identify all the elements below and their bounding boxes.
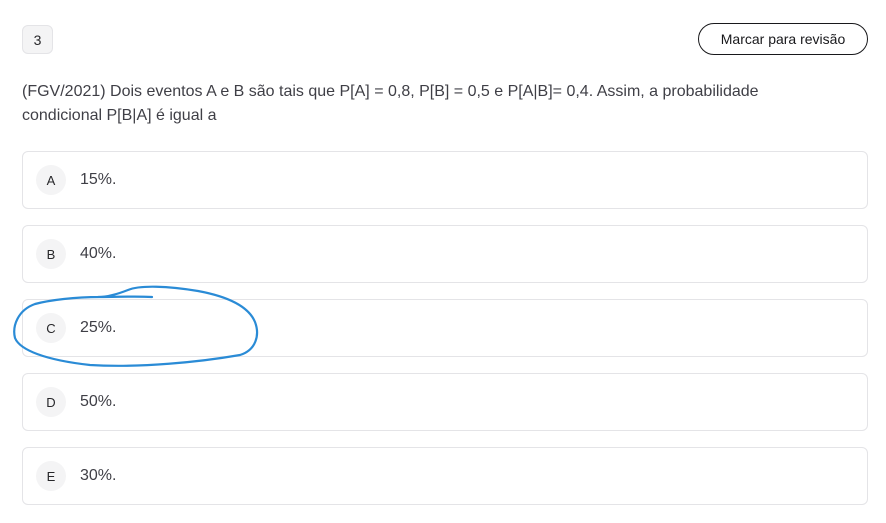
option-letter-badge: D <box>36 387 66 417</box>
option-a[interactable]: A 15%. <box>22 151 868 209</box>
option-letter-badge: B <box>36 239 66 269</box>
option-text: 40%. <box>80 245 117 262</box>
option-letter-badge: C <box>36 313 66 343</box>
option-letter-badge: E <box>36 461 66 491</box>
option-e[interactable]: E 30%. <box>22 447 868 505</box>
option-c[interactable]: C 25%. <box>22 299 868 357</box>
option-text: 30%. <box>80 467 117 484</box>
option-text: 25%. <box>80 319 117 336</box>
option-b[interactable]: B 40%. <box>22 225 868 283</box>
question-number-badge: 3 <box>22 25 53 54</box>
option-letter-badge: A <box>36 165 66 195</box>
option-text: 15%. <box>80 171 117 188</box>
option-text: 50%. <box>80 393 117 410</box>
question-text: (FGV/2021) Dois eventos A e B são tais q… <box>22 83 759 124</box>
option-d[interactable]: D 50%. <box>22 373 868 431</box>
mark-for-review-button[interactable]: Marcar para revisão <box>698 23 868 55</box>
answer-options: A 15%. B 40%. C 25%. D 50%. E 30%. <box>22 151 868 521</box>
